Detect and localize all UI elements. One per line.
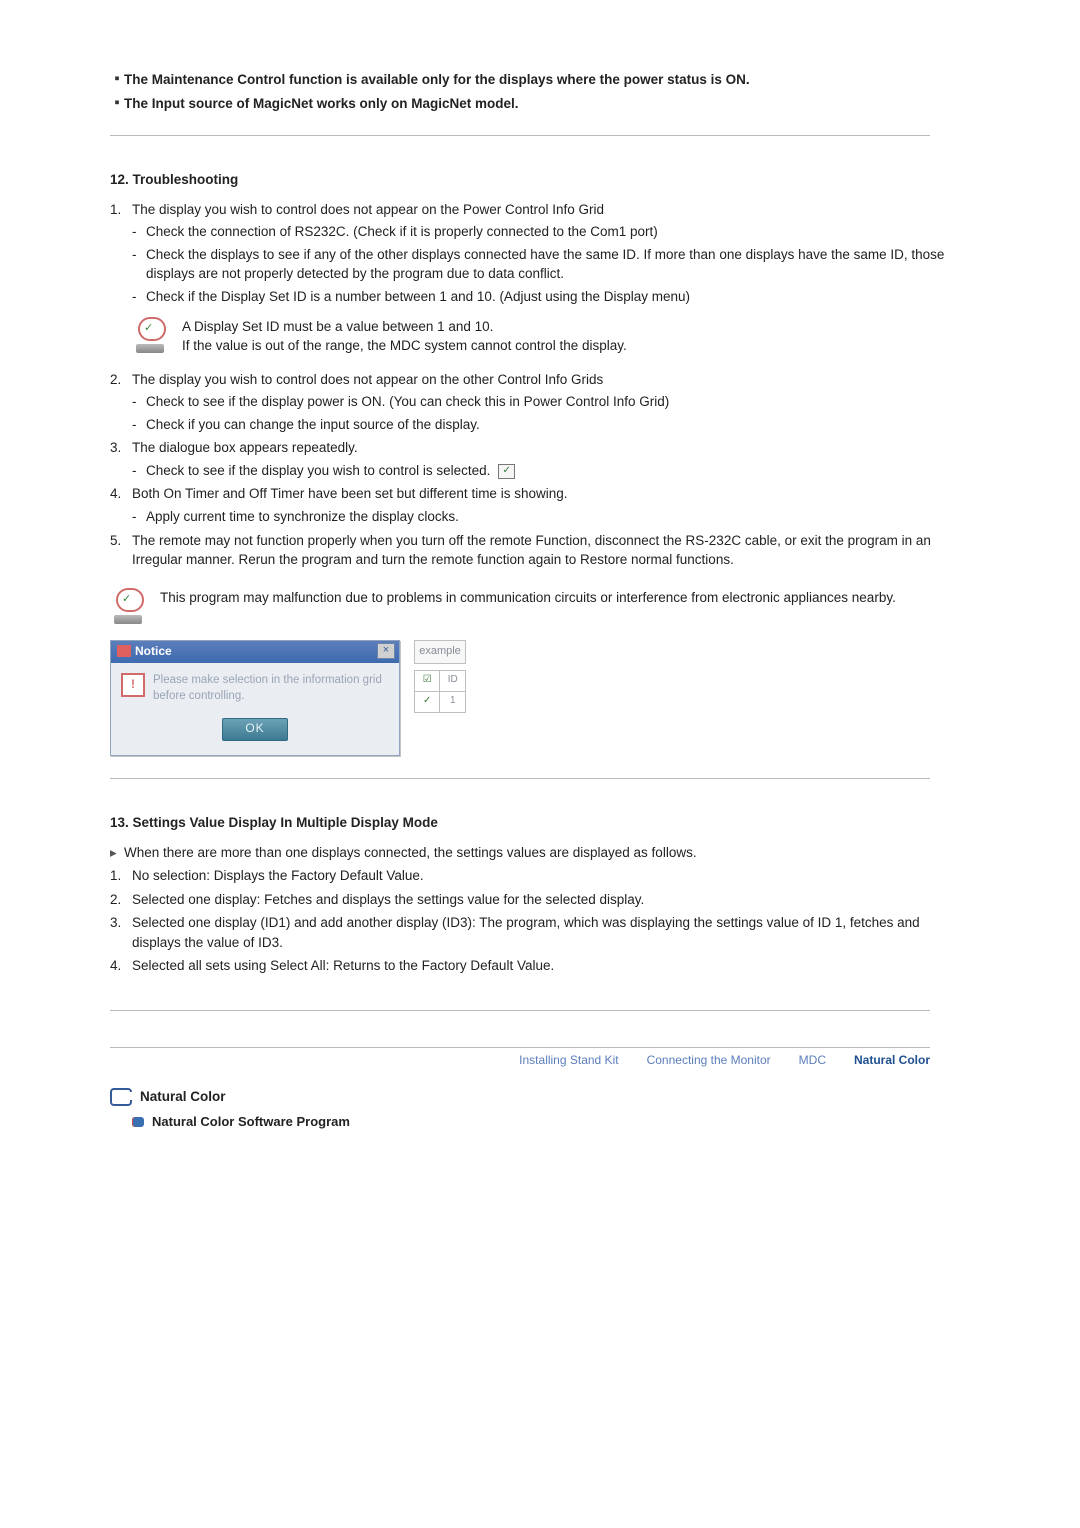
troubleshooting-item: 3. The dialogue box appears repeatedly. [110, 438, 960, 458]
item-sub: -Check the displays to see if any of the… [132, 245, 960, 284]
settings-item: 2.Selected one display: Fetches and disp… [110, 890, 960, 910]
nav-link-install[interactable]: Installing Stand Kit [519, 1052, 618, 1069]
section-icon [110, 1088, 132, 1106]
divider [110, 778, 930, 779]
item-number: 1. [110, 200, 132, 220]
nav-link-natural-color[interactable]: Natural Color [854, 1052, 930, 1069]
example-label: example [414, 640, 466, 664]
footer-nav: Installing Stand Kit Connecting the Moni… [110, 1047, 930, 1069]
bullet-icon: ▪ [110, 70, 124, 88]
notice-dialog: Notice × ! Please make selection in the … [110, 640, 400, 756]
arrow-icon: ▸ [110, 843, 124, 863]
item-number: 3. [110, 438, 132, 458]
troubleshooting-item: 2. The display you wish to control does … [110, 370, 960, 390]
nav-link-mdc[interactable]: MDC [799, 1052, 826, 1069]
sub-bullet-icon [132, 1117, 144, 1127]
natural-color-heading: Natural Color [110, 1087, 960, 1107]
troubleshooting-item: 5. The remote may not function properly … [110, 531, 960, 570]
note-text: The Maintenance Control function is avai… [124, 70, 960, 90]
warning-icon: ! [121, 673, 145, 697]
notice-icon: ✓ [110, 588, 150, 624]
notice-block: ✓ A Display Set ID must be a value betwe… [132, 317, 960, 356]
close-icon[interactable]: × [377, 643, 395, 659]
notice-text: A Display Set ID must be a value between… [182, 317, 627, 356]
dialog-message: Please make selection in the information… [153, 673, 389, 704]
item-sub: - Check to see if the display you wish t… [132, 461, 960, 481]
section-lead: ▸ When there are more than one displays … [110, 843, 960, 863]
item-sub: -Apply current time to synchronize the d… [132, 507, 960, 527]
dialog-body: ! Please make selection in the informati… [111, 663, 399, 755]
item-title: The display you wish to control does not… [132, 200, 960, 220]
notice-text: This program may malfunction due to prob… [160, 588, 896, 608]
item-number: 5. [110, 531, 132, 570]
dialog-titlebar: Notice × [111, 641, 399, 663]
note-bullet: ▪ The Maintenance Control function is av… [110, 70, 960, 90]
item-title: Both On Timer and Off Timer have been se… [132, 484, 960, 504]
grid-cell-check: ✓ [415, 691, 440, 712]
grid-header-check: ☑ [415, 670, 440, 691]
checkbox-icon: ✓ [498, 464, 515, 479]
dialog-example-area: Notice × ! Please make selection in the … [110, 640, 960, 756]
grid-header-id: ID [440, 670, 466, 691]
bullet-icon: ▪ [110, 94, 124, 112]
item-title: The dialogue box appears repeatedly. [132, 438, 960, 458]
ok-button[interactable]: OK [222, 718, 287, 740]
item-sub: -Check if you can change the input sourc… [132, 415, 960, 435]
item-sub: -Check to see if the display power is ON… [132, 392, 960, 412]
content-column: ▪ The Maintenance Control function is av… [110, 70, 960, 1132]
item-number: 4. [110, 484, 132, 504]
settings-item: 4.Selected all sets using Select All: Re… [110, 956, 960, 976]
settings-item: 3.Selected one display (ID1) and add ano… [110, 913, 960, 952]
note-text: The Input source of MagicNet works only … [124, 94, 960, 114]
troubleshooting-item: 4. Both On Timer and Off Timer have been… [110, 484, 960, 504]
nav-link-connect[interactable]: Connecting the Monitor [647, 1052, 771, 1069]
sub-text: Natural Color Software Program [152, 1113, 350, 1132]
example-column: example ☑ ID ✓ 1 [414, 640, 466, 713]
item-title: The display you wish to control does not… [132, 370, 960, 390]
notice-icon: ✓ [132, 317, 172, 353]
heading-text: Natural Color [140, 1087, 226, 1107]
item-number: 2. [110, 370, 132, 390]
natural-color-sub: Natural Color Software Program [132, 1113, 960, 1132]
troubleshooting-item: 1. The display you wish to control does … [110, 200, 960, 220]
dialog-app-icon [117, 645, 131, 657]
grid-cell-id: 1 [440, 691, 466, 712]
dialog-title-text: Notice [135, 643, 377, 660]
divider [110, 135, 930, 136]
divider [110, 1010, 930, 1011]
section-title-settings-value: 13. Settings Value Display In Multiple D… [110, 813, 960, 833]
settings-item: 1.No selection: Displays the Factory Def… [110, 866, 960, 886]
lead-text: When there are more than one displays co… [124, 843, 697, 863]
note-bullet: ▪ The Input source of MagicNet works onl… [110, 94, 960, 114]
example-grid: ☑ ID ✓ 1 [414, 670, 466, 713]
item-title: The remote may not function properly whe… [132, 531, 960, 570]
notice-block: ✓ This program may malfunction due to pr… [110, 588, 960, 624]
item-sub: -Check if the Display Set ID is a number… [132, 287, 960, 307]
item-sub: -Check the connection of RS232C. (Check … [132, 222, 960, 242]
sub-text: Check to see if the display you wish to … [146, 463, 490, 478]
section-title-troubleshooting: 12. Troubleshooting [110, 170, 960, 190]
